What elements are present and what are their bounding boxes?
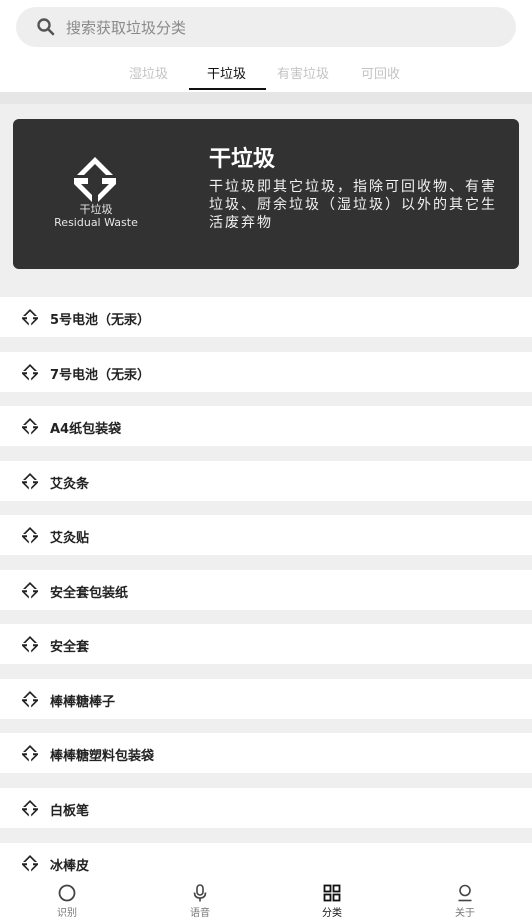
list-item[interactable]: 棒棒糖棒子 (0, 679, 532, 719)
category-info-card: 干垃圾 Residual Waste 干垃圾 干垃圾即其它垃圾，指除可回收物、有… (13, 119, 519, 269)
tab-residual-waste[interactable]: 干垃圾 (207, 63, 246, 82)
nav-categories-label: 分类 (322, 908, 342, 919)
tab-hazardous-waste[interactable]: 有害垃圾 (277, 63, 329, 82)
app-screen: 搜索获取垃圾分类 湿垃圾 干垃圾 有害垃圾 可回收 干垃圾 Residual W… (0, 0, 532, 922)
residual-waste-icon (22, 473, 38, 490)
search-icon (37, 18, 55, 36)
card-title: 干垃圾 (209, 147, 276, 172)
list-item-label: 棒棒糖塑料包装袋 (50, 749, 155, 764)
bottom-navigation: 识别 语音 分类 关于 (0, 879, 532, 922)
list-item[interactable]: 5号电池（无汞） (0, 297, 532, 337)
search-bar[interactable]: 搜索获取垃圾分类 (16, 7, 516, 47)
residual-waste-icon (22, 582, 38, 599)
top-bar: 搜索获取垃圾分类 湿垃圾 干垃圾 有害垃圾 可回收 (0, 0, 532, 92)
residual-waste-icon (22, 309, 38, 326)
card-category-english-name: Residual Waste (54, 216, 138, 229)
list-item[interactable]: 棒棒糖塑料包装袋 (0, 733, 532, 773)
residual-waste-icon (22, 636, 38, 653)
nav-voice[interactable]: 语音 (160, 881, 240, 921)
nav-identify[interactable]: 识别 (27, 881, 107, 921)
header-divider (0, 92, 532, 104)
list-item[interactable]: 冰棒皮 (0, 843, 532, 883)
card-description: 干垃圾即其它垃圾，指除可回收物、有害垃圾、厨余垃圾（湿垃圾）以外的其它生活废弃物 (209, 179, 497, 231)
active-tab-indicator (189, 88, 266, 90)
nav-about-label: 关于 (455, 908, 475, 919)
tab-recyclable[interactable]: 可回收 (361, 63, 400, 82)
list-item-label: 艾灸条 (50, 477, 90, 492)
residual-waste-icon (22, 745, 38, 762)
nav-identify-label: 识别 (57, 908, 77, 919)
list-item[interactable]: 艾灸条 (0, 461, 532, 501)
list-item-label: 白板笔 (50, 804, 90, 819)
list-item-label: 安全套包装纸 (50, 586, 129, 601)
category-tabs: 湿垃圾 干垃圾 有害垃圾 可回收 (0, 58, 532, 92)
grid-icon (323, 884, 341, 902)
list-item-label: 安全套 (50, 640, 90, 655)
list-item[interactable]: 安全套包装纸 (0, 570, 532, 610)
residual-waste-icon (22, 418, 38, 435)
list-item-label: 棒棒糖棒子 (50, 695, 116, 710)
nav-categories[interactable]: 分类 (292, 881, 372, 921)
list-item-label: A4纸包装袋 (50, 422, 122, 437)
list-item[interactable]: 安全套 (0, 624, 532, 664)
residual-waste-icon (22, 527, 38, 544)
circle-icon (58, 884, 76, 902)
search-placeholder: 搜索获取垃圾分类 (66, 18, 187, 37)
microphone-icon (193, 884, 207, 902)
tab-wet-waste[interactable]: 湿垃圾 (129, 63, 168, 82)
list-item-label: 冰棒皮 (50, 859, 90, 874)
nav-voice-label: 语音 (190, 908, 210, 919)
residual-waste-icon (22, 800, 38, 817)
list-item[interactable]: A4纸包装袋 (0, 406, 532, 446)
residual-waste-icon (22, 855, 38, 872)
list-item[interactable]: 白板笔 (0, 788, 532, 828)
list-item-label: 艾灸贴 (50, 531, 90, 546)
residual-waste-icon (22, 364, 38, 381)
user-icon (458, 884, 472, 902)
list-item[interactable]: 艾灸贴 (0, 515, 532, 555)
card-category-name: 干垃圾 (79, 203, 113, 216)
list-item-label: 5号电池（无汞） (50, 313, 151, 328)
residual-waste-icon (22, 691, 38, 708)
nav-about[interactable]: 关于 (425, 881, 505, 921)
list-item-label: 7号电池（无汞） (50, 368, 151, 383)
list-item[interactable]: 7号电池（无汞） (0, 352, 532, 392)
